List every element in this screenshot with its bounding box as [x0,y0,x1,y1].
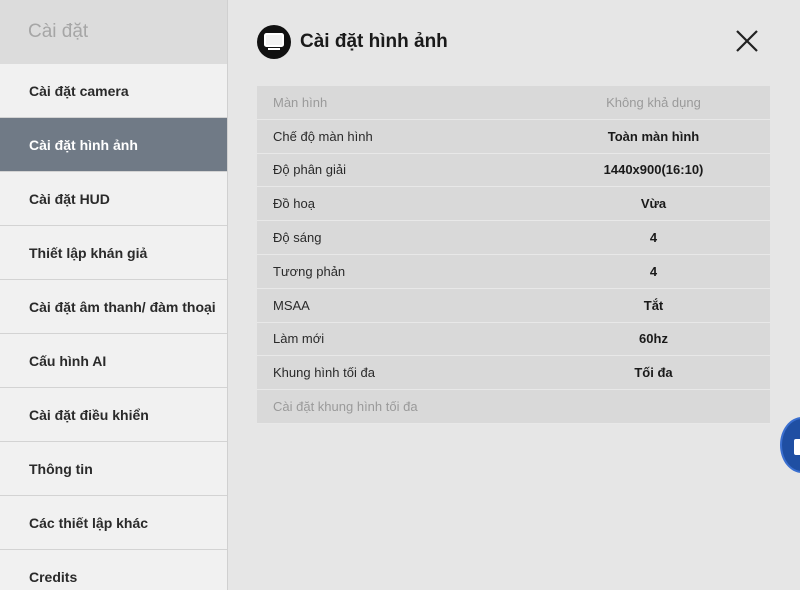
setting-label: Màn hình [273,94,328,110]
assistant-icon [794,439,800,455]
sidebar: Cài đặt Cài đặt camera Cài đặt hình ảnh … [0,0,228,590]
sidebar-item-hud[interactable]: Cài đặt HUD [0,172,227,226]
setting-value: 4 [649,230,658,246]
close-icon[interactable] [734,28,760,54]
setting-value: Toàn màn hình [607,128,700,144]
setting-label: MSAA [273,297,310,313]
monitor-icon [257,25,291,59]
sidebar-item-controls[interactable]: Cài đặt điều khiển [0,388,227,442]
sidebar-item-camera[interactable]: Cài đặt camera [0,64,227,118]
setting-row-resolution[interactable]: Độ phân giải 1440x900(16:10) [257,153,770,188]
setting-row-max-framerate[interactable]: Khung hình tối đa Tối đa [257,356,770,391]
settings-list: Màn hình Không khả dụng Chế độ màn hình … [257,86,770,424]
panel-header: Cài đặt hình ảnh [257,25,448,59]
sidebar-item-audience[interactable]: Thiết lập khán giả [0,226,227,280]
setting-row-brightness[interactable]: Độ sáng 4 [257,221,770,255]
sidebar-title: Cài đặt [0,0,227,64]
setting-label: Làm mới [273,331,325,347]
sidebar-item-other[interactable]: Các thiết lập khác [0,496,227,550]
main-panel: Cài đặt hình ảnh Màn hình Không khả dụng… [228,0,800,590]
setting-value: 60hz [639,331,668,347]
setting-row-max-framerate-config: Cài đặt khung hình tối đa [257,390,770,424]
sidebar-item-credits[interactable]: Credits [0,550,227,590]
sidebar-item-graphics[interactable]: Cài đặt hình ảnh [0,118,227,172]
setting-label: Tương phản [273,263,346,279]
setting-value: Không khả dụng [606,94,701,110]
setting-row-screen-mode[interactable]: Chế độ màn hình Toàn màn hình [257,119,770,154]
page-title: Cài đặt hình ảnh [300,31,448,52]
sidebar-item-info[interactable]: Thông tin [0,442,227,496]
setting-label: Độ sáng [273,230,322,246]
setting-value: Tắt [643,297,664,313]
setting-value: 4 [649,263,658,279]
setting-row-display: Màn hình Không khả dụng [257,86,770,120]
setting-row-refresh-rate[interactable]: Làm mới 60hz [257,322,770,357]
setting-value: 1440x900(16:10) [603,162,704,178]
sidebar-item-audio[interactable]: Cài đặt âm thanh/ đàm thoại [0,280,227,334]
setting-label: Khung hình tối đa [273,365,375,381]
setting-label: Độ phân giải [273,162,346,178]
setting-row-contrast[interactable]: Tương phản 4 [257,254,770,289]
setting-label: Đồ hoạ [273,196,315,212]
setting-row-graphics-quality[interactable]: Đồ hoạ Vừa [257,187,770,222]
setting-label: Chế độ màn hình [273,128,373,144]
setting-value: Tối đa [634,365,673,381]
sidebar-item-ai[interactable]: Cấu hình AI [0,334,227,388]
setting-value: Vừa [640,196,667,212]
setting-row-msaa[interactable]: MSAA Tắt [257,288,770,323]
setting-label: Cài đặt khung hình tối đa [273,399,418,415]
